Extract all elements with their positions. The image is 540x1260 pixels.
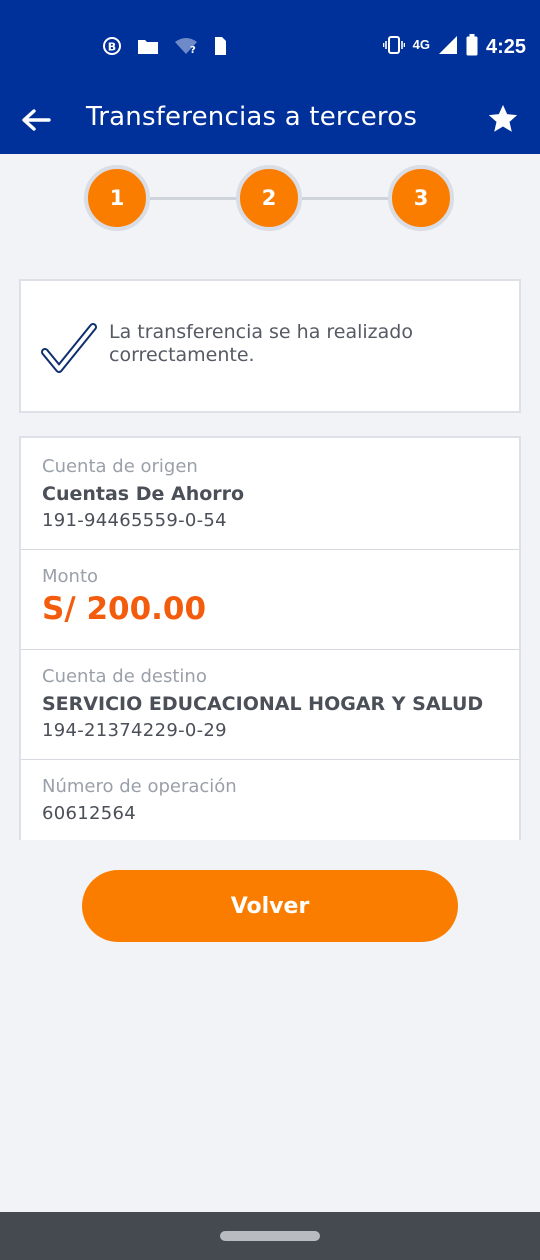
success-message-card: La transferencia se ha realizado correct… (19, 279, 521, 413)
amount-label: Monto (42, 566, 99, 587)
battery-icon (466, 34, 478, 60)
sim-icon (213, 36, 227, 60)
check-icon (40, 321, 98, 377)
network-type: 4G (412, 36, 430, 52)
b-circle-icon: B (102, 36, 122, 60)
origin-account-label: Cuenta de origen (42, 456, 198, 477)
vibrate-icon (382, 35, 405, 59)
amount-value: S/ 200.00 (42, 591, 207, 627)
step-2: 2 (236, 165, 302, 231)
destination-account-number: 194-21374229-0-29 (42, 720, 227, 741)
transfer-details-card: Cuenta de origen Cuentas De Ahorro 191-9… (19, 436, 521, 840)
notification-icons: B ? (102, 36, 227, 60)
amount-section: Monto S/ 200.00 (21, 550, 519, 650)
app-bar: Transferencias a terceros (0, 90, 540, 154)
wifi-question-icon: ? (174, 37, 198, 59)
operation-number-label: Número de operación (42, 776, 237, 797)
stepper-connector (302, 197, 390, 200)
clock: 4:25 (485, 35, 526, 58)
destination-account-section: Cuenta de destino SERVICIO EDUCACIONAL H… (21, 650, 519, 760)
arrow-left-icon (21, 108, 51, 136)
volver-button[interactable]: Volver (82, 870, 458, 942)
operation-number-section: Número de operación 60612564 (21, 760, 519, 840)
favorite-button[interactable] (486, 102, 522, 138)
origin-account-section: Cuenta de origen Cuentas De Ahorro 191-9… (21, 438, 519, 550)
svg-text:?: ? (190, 45, 196, 55)
operation-number-value: 60612564 (42, 803, 137, 824)
page-title: Transferencias a terceros (86, 102, 418, 132)
home-gesture-handle[interactable] (220, 1231, 320, 1241)
star-icon (486, 104, 520, 140)
origin-account-number: 191-94465559-0-54 (42, 510, 227, 531)
success-message: La transferencia se ha realizado correct… (109, 321, 413, 366)
svg-text:B: B (108, 41, 116, 54)
signal-icon (438, 35, 458, 59)
system-navigation-bar (0, 1212, 540, 1260)
folder-icon (137, 37, 159, 59)
back-button[interactable] (18, 104, 54, 140)
step-1: 1 (84, 165, 150, 231)
step-3: 3 (388, 165, 454, 231)
destination-account-name: SERVICIO EDUCACIONAL HOGAR Y SALUD (42, 693, 484, 715)
progress-stepper: 1 2 3 (0, 164, 540, 232)
origin-account-name: Cuentas De Ahorro (42, 483, 245, 505)
destination-account-label: Cuenta de destino (42, 666, 207, 687)
stepper-connector (150, 197, 238, 200)
system-icons: 4G 4:25 (382, 34, 526, 60)
status-bar: B ? 4G 4:25 (0, 0, 540, 90)
